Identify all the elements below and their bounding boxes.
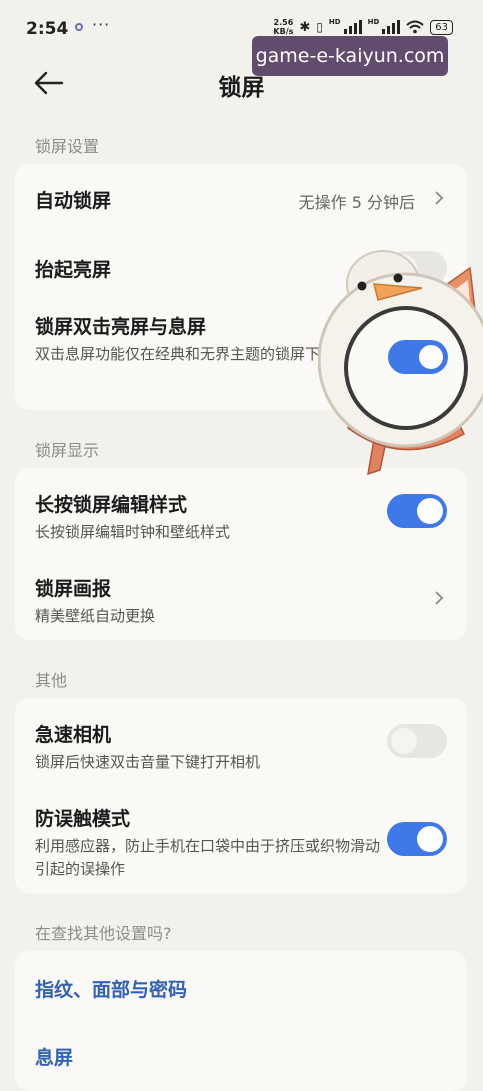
row-quick-camera[interactable]: 急速相机 锁屏后快速双击音量下键打开相机 [35,720,447,780]
bluetooth-icon: ✱ [299,19,311,35]
signal-icon [343,20,362,34]
raise-to-wake-title: 抬起亮屏 [35,259,112,281]
long-press-edit-title: 长按锁屏编辑样式 [35,494,188,516]
hd-badge-2: HD [367,18,380,26]
snowman-magnifier-overlay [318,250,483,476]
auto-lock-title: 自动锁屏 [35,190,112,212]
anti-mistouch-toggle[interactable] [387,822,447,856]
row-long-press-edit[interactable]: 长按锁屏编辑样式 长按锁屏编辑时钟和壁纸样式 [35,490,447,550]
page-title: 锁屏 [218,75,265,101]
section-header-other: 其他 [35,671,68,690]
row-auto-lock[interactable]: 自动锁屏 无操作 5 分钟后 [35,164,447,232]
quick-camera-toggle[interactable] [387,724,447,758]
card-lock-display: 长按锁屏编辑样式 长按锁屏编辑时钟和壁纸样式 锁屏画报 精美壁纸自动更换 [15,468,467,640]
row-lock-magazine[interactable]: 锁屏画报 精美壁纸自动更换 [35,574,447,634]
quick-camera-title: 急速相机 [35,724,112,746]
hd-badge: HD [328,18,341,26]
long-press-edit-subtitle: 长按锁屏编辑时钟和壁纸样式 [35,523,231,541]
wifi-icon [406,20,424,34]
network-speed: 2.56 KB/s [273,18,294,36]
lock-magazine-title: 锁屏画报 [35,578,112,600]
signal-icon-2 [382,20,401,34]
chevron-right-icon [435,591,444,605]
link-fingerprint-face-password[interactable]: 指纹、面部与密码 [35,975,187,1002]
toggle-knob [417,826,443,852]
row-anti-mistouch[interactable]: 防误触模式 利用感应器，防止手机在口袋中由于挤压或织物滑动引起的误操作 [35,804,447,888]
more-notifications-icon: ··· [92,15,111,34]
chevron-right-icon [435,191,444,205]
card-other: 急速相机 锁屏后快速双击音量下键打开相机 防误触模式 利用感应器，防止手机在口袋… [15,698,467,893]
quick-camera-subtitle: 锁屏后快速双击音量下键打开相机 [35,753,261,771]
section-header-lock-display: 锁屏显示 [35,441,100,460]
top-app-bar: 锁屏 [0,58,483,108]
card-more-settings: 指纹、面部与密码 息屏 [15,951,467,1091]
status-time: 2:54 [26,19,69,39]
notification-dot-icon [75,23,83,31]
anti-mistouch-title: 防误触模式 [35,808,131,830]
toggle-knob [391,728,417,754]
anti-mistouch-subtitle: 利用感应器，防止手机在口袋中由于挤压或织物滑动引起的误操作 [35,837,381,878]
double-tap-subtitle: 双击息屏功能仅在经典和无界主题的锁屏下生效 [35,345,351,363]
status-icons: 2.56 KB/s ✱ ▯ HD HD 63 [273,18,453,36]
long-press-edit-toggle[interactable] [387,494,447,528]
auto-lock-value: 无操作 5 分钟后 [298,193,415,212]
battery-icon: 63 [430,19,453,35]
vibrate-icon: ▯ [316,20,323,34]
section-header-lock-settings: 锁屏设置 [35,137,100,156]
lock-magazine-subtitle: 精美壁纸自动更换 [35,607,156,625]
section-header-more-settings: 在查找其他设置吗? [35,924,172,943]
toggle-knob [417,498,443,524]
link-always-on-display[interactable]: 息屏 [35,1043,73,1070]
